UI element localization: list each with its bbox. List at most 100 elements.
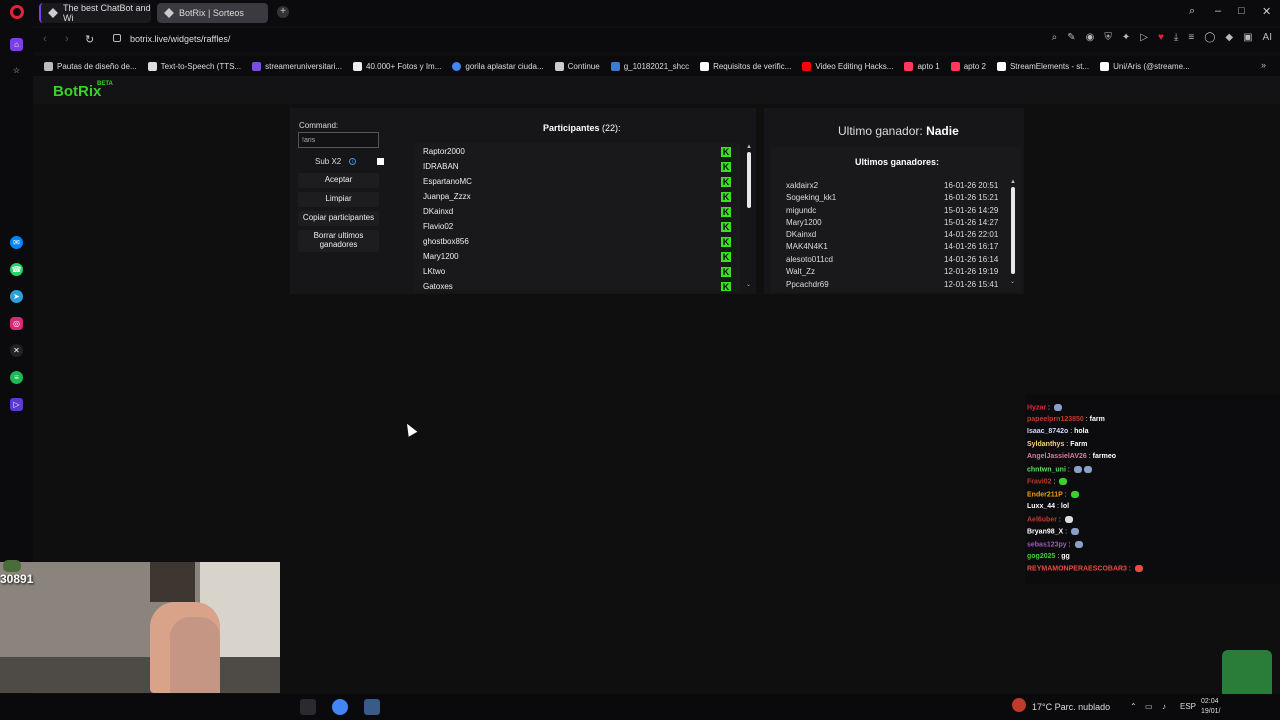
sub-x2-checkbox[interactable] [377,158,384,165]
reload-icon[interactable]: ↻ [85,33,94,46]
download-icon[interactable]: ⤓ [1174,32,1178,43]
kick-icon: K [721,162,731,172]
weather-icon[interactable] [1012,698,1026,712]
bookmark-item[interactable]: g_10182021_shcc [610,61,689,71]
bookmark-item[interactable]: Requisitos de verific... [700,61,791,71]
weather-text[interactable]: 17°C Parc. nublado [1032,702,1110,712]
messenger-icon[interactable]: ✉ [10,236,23,249]
emote-icon [1070,491,1079,498]
url-field[interactable]: botrix.live/widgets/raffles/ [130,34,230,44]
star-icon[interactable]: ☆ [10,64,23,77]
emote-icon [1071,528,1080,535]
participant-name: Mary1200 [423,252,459,261]
airbnb-icon [950,61,960,71]
bookmark-item[interactable]: Text-to-Speech (TTS... [147,61,241,71]
app-icon[interactable] [300,699,316,715]
telegram-icon[interactable]: ➤ [10,290,23,303]
bookmark-item[interactable]: Pautas de diseño de... [44,61,137,71]
emote-icon [1134,565,1143,572]
minimize-icon[interactable]: – [1215,5,1221,17]
profile-icon[interactable]: ◯ [1204,32,1215,43]
scroll-up-icon[interactable]: ▲ [1010,179,1016,185]
copy-participants-button[interactable]: Copiar participantes [298,211,379,226]
cube-icon[interactable]: ▣ [1243,32,1252,43]
winner-date: 15-01-26 14:27 [944,218,999,227]
diamond-icon[interactable]: ◆ [1225,32,1233,43]
participants-list[interactable]: Raptor2000 K IDRABAN K EspartanoMC K Jua… [414,143,740,291]
command-label: Command: [299,121,339,130]
chat-message: gog2025 : gg [1027,553,1070,560]
participant-name: LKtwo [423,267,446,276]
participant-name: Juanpa_Zzzx [423,192,471,201]
shield-icon[interactable]: ⛨ [1104,32,1112,43]
delete-winners-button[interactable]: Borrar ultimos ganadores [298,230,379,252]
participants-scrollbar[interactable] [747,152,751,208]
app-icon[interactable] [364,699,380,715]
network-icon[interactable]: ▭ [1145,702,1153,711]
bookmark-item[interactable]: streameruniversitari... [252,61,342,71]
extension-icon[interactable]: ✦ [1122,32,1130,43]
google-icon [452,61,462,71]
winner-date: 14-01-26 16:14 [944,255,999,264]
bookmark-favicon-icon [610,61,620,71]
spotify-icon[interactable]: ≡ [10,371,23,384]
clock[interactable]: 02:04 19/01/ [1201,697,1220,717]
frog-emote-icon [3,560,21,572]
winners-scrollbar[interactable] [1011,187,1015,274]
scroll-down-icon[interactable]: ⌄ [1010,278,1015,285]
play-icon[interactable]: ▷ [1140,32,1148,43]
bookmark-item[interactable]: gorila aplastar ciuda... [452,61,544,71]
tab-chatbot[interactable]: The best ChatBot and Wi [39,3,151,23]
edit-icon[interactable]: ✎ [1067,32,1075,43]
chat-message: REYMAMONPERAESCOBAR3 : [1027,565,1143,572]
chat-message: Ender211P : [1027,491,1079,498]
search-icon[interactable]: ⌕ [1052,32,1058,43]
bookmark-item[interactable]: apto 1 [904,61,940,71]
bookmark-item[interactable]: Continue [554,61,600,71]
document-icon [554,61,564,71]
bookmark-item[interactable]: Uni/Aris (@streame... [1100,61,1190,71]
taskbar: 17°C Parc. nublado ⌃ ▭ ♪ ESP 02:04 19/01… [0,694,1280,720]
x-icon[interactable]: ✕ [10,344,23,357]
menu-icon[interactable]: ≡ [1188,32,1194,43]
bookmark-item[interactable]: StreamElements - st... [996,61,1089,71]
beta-badge: BETA [97,81,113,87]
last-winner-value: Nadie [926,124,959,138]
accept-button[interactable]: Aceptar [298,173,379,188]
heart-icon[interactable]: ♥ [1158,32,1164,43]
info-icon[interactable]: i [349,158,356,165]
tray-chevron-icon[interactable]: ⌃ [1130,702,1137,711]
last-winners-title: Ultimos ganadores: [855,157,940,167]
instagram-icon[interactable]: ◎ [10,317,23,330]
language-indicator[interactable]: ESP [1180,702,1196,711]
winner-name: DKainxd [786,230,817,239]
last-winner-heading: Ultimo ganador: Nadie [838,124,959,138]
scroll-up-icon[interactable]: ▲ [746,144,752,150]
opera-logo-icon[interactable] [10,5,24,19]
ai-icon[interactable]: AI [1263,32,1272,43]
camera-icon[interactable]: ◉ [1086,32,1095,43]
chat-message: Fravi02 : [1027,478,1068,485]
bookmark-item[interactable]: Video Editing Hacks... [802,61,893,71]
player-icon[interactable]: ▷ [10,398,23,411]
maximize-icon[interactable]: □ [1238,5,1245,17]
search-tabs-icon[interactable]: ⌕ [1189,5,1195,18]
close-icon[interactable]: ✕ [1262,5,1271,18]
bookmark-item[interactable]: apto 2 [950,61,986,71]
new-tab-button[interactable]: + [277,6,289,18]
bookmarks-more-button[interactable]: » [1261,60,1266,70]
whatsapp-icon[interactable]: ☎ [10,263,23,276]
chrome-icon[interactable] [332,699,348,715]
scroll-down-icon[interactable]: ⌄ [746,281,751,288]
forward-icon[interactable]: › [65,33,69,45]
tab-botrix-sorteos[interactable]: BotRix | Sorteos [157,3,268,23]
back-icon[interactable]: ‹ [43,33,47,45]
bookmark-item[interactable]: 40.000+ Fotos y Im... [353,61,441,71]
airbnb-icon [904,61,914,71]
command-input[interactable] [298,132,379,148]
clear-button[interactable]: Limpiar [298,192,379,207]
volume-icon[interactable]: ♪ [1162,702,1166,711]
lock-icon[interactable] [113,34,121,42]
botrix-logo[interactable]: BotRix BETA [53,81,113,100]
home-icon[interactable]: ⌂ [10,38,23,51]
